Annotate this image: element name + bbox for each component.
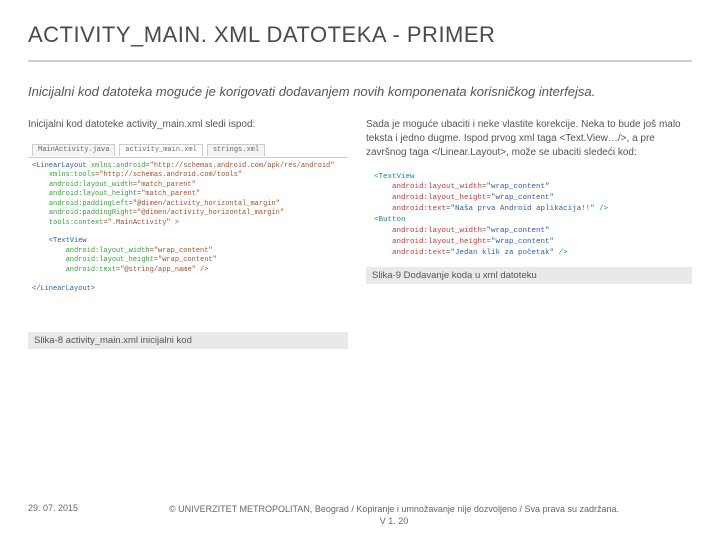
- right-paragraph: Sada je moguće ubaciti i neke vlastite k…: [366, 118, 692, 160]
- right-caption: Slika-9 Dodavanje koda u xml datoteku: [366, 267, 692, 284]
- tab-strings[interactable]: strings.xml: [207, 144, 265, 156]
- title-divider: [28, 60, 692, 62]
- footer: 29. 07. 2015 © UNIVERZITET METROPOLITAN,…: [28, 503, 692, 528]
- footer-date: 29. 07. 2015: [28, 503, 78, 513]
- editor-tabs: MainActivity.java activity_main.xml stri…: [28, 142, 348, 158]
- code-body-left: <LinearLayout xmlns:android="http://sche…: [28, 158, 348, 296]
- tab-xml-main[interactable]: activity_main.xml: [119, 144, 202, 156]
- tab-java[interactable]: MainActivity.java: [32, 144, 115, 156]
- code-editor-left: MainActivity.java activity_main.xml stri…: [28, 138, 348, 297]
- slide-title: ACTIVITY_MAIN. XML DATOTEKA - PRIMER: [28, 22, 692, 56]
- right-column: Sada je moguće ubaciti i neke vlastite k…: [366, 118, 692, 350]
- left-paragraph: Inicijalni kod datoteke activity_main.xm…: [28, 118, 348, 132]
- code-snippet-right: <TextView android:layout_width="wrap_con…: [366, 166, 692, 263]
- left-column: Inicijalni kod datoteke activity_main.xm…: [28, 118, 348, 350]
- left-caption: Slika-8 activity_main.xml inicijalni kod: [28, 332, 348, 349]
- footer-copyright: © UNIVERZITET METROPOLITAN, Beograd / Ko…: [96, 503, 692, 528]
- intro-text: Inicijalni kod datoteka moguće je korigo…: [28, 82, 692, 102]
- columns: Inicijalni kod datoteke activity_main.xm…: [28, 118, 692, 350]
